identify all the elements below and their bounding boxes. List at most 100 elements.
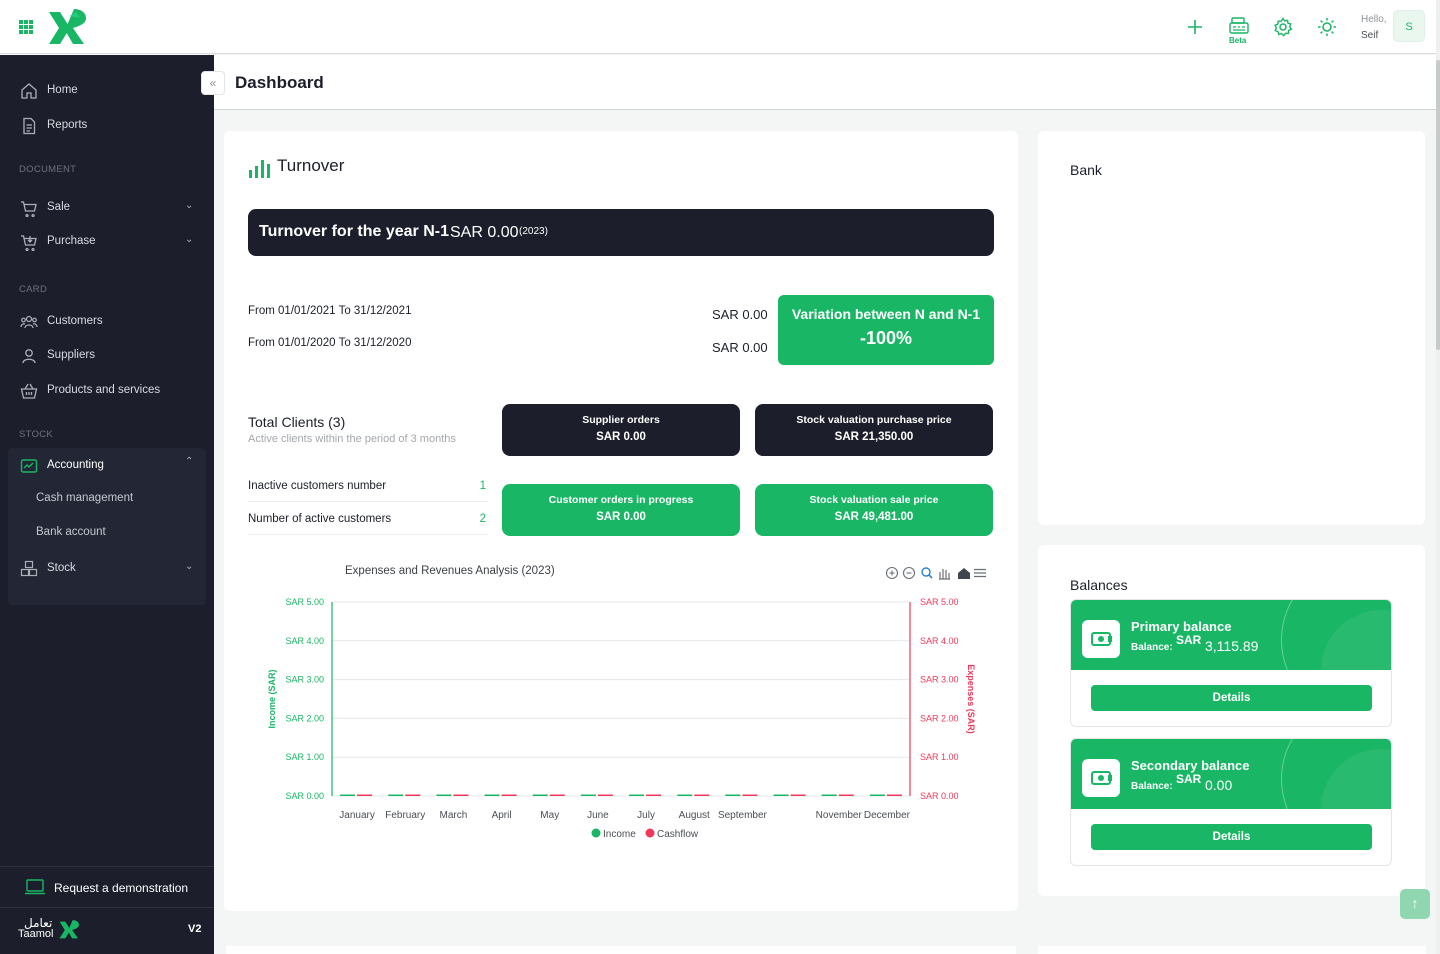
legend-marker-cashflow [645,828,655,838]
zoom-in-icon[interactable] [885,566,899,580]
balance-label: Balance: [1131,642,1173,653]
page-scrollbar-thumb[interactable] [1436,60,1440,350]
x-tick-label: September [718,810,768,821]
x-tick-label: March [440,810,468,821]
sidebar-section-stock: STOCK [19,429,54,440]
balance-card-header: Secondary balance Balance: SAR 0.00 [1071,739,1391,809]
collapse-sidebar-button[interactable]: « [201,71,225,95]
sidebar: Home Reports DOCUMENT Sale ⌄ Purchase ⌄ … [0,55,214,954]
sidebar-item-label: Accounting [47,459,104,471]
sidebar-item-suppliers[interactable]: Suppliers [0,340,214,370]
greeting-text: Hello, [1361,14,1387,25]
users-group-icon [20,315,38,329]
wallet-icon [1082,759,1120,797]
request-demo-button[interactable]: Request a demonstration [0,866,214,908]
pan-hand-icon[interactable] [939,569,950,580]
brand-logo-small [59,920,79,939]
active-customers-value: 2 [479,513,486,525]
active-customers-label: Number of active customers [248,513,392,525]
chevron-up-icon: ⌃ [185,456,194,467]
cash-register-icon[interactable] [1228,14,1250,36]
app-version: V2 [188,923,202,935]
sidebar-subitem-bank-account[interactable]: Bank account [36,526,106,538]
bar-income [340,794,356,796]
bar-cashflow [790,794,806,796]
chart-menu-icon[interactable] [974,568,986,578]
bar-income [773,794,789,796]
sidebar-subitem-cash-management[interactable]: Cash management [36,492,133,504]
variation-label: Variation between N and N-1 [791,306,981,322]
turnover-banner-value: SAR 0.00 [450,224,519,241]
user-greeting: Hello, Seif [1361,12,1387,44]
variation-box: Variation between N and N-1 -100% [778,295,994,365]
variation-value: -100% [859,328,913,348]
stock-sale-tile[interactable]: Stock valuation sale price SAR 49,481.00 [755,484,993,536]
bank-card [1038,131,1425,525]
sidebar-item-label: Home [47,84,78,96]
y-tick-label-right: SAR 3.00 [920,675,959,685]
user-name: Seif [1361,30,1379,41]
sidebar-item-label: Stock [47,562,76,574]
balance-card-secondary: Secondary balance Balance: SAR 0.00 Deta… [1070,738,1392,866]
inactive-customers-label: Inactive customers number [248,480,387,492]
selection-zoom-icon[interactable] [921,567,933,579]
beta-label: Beta [1229,36,1247,45]
bar-income [821,794,837,796]
balance-currency: SAR [1176,772,1202,786]
bar-income [532,794,548,796]
stock-purchase-tile[interactable]: Stock valuation purchase price SAR 21,35… [755,404,993,456]
y-tick-label-right: SAR 2.00 [920,713,959,723]
bar-cashflow [597,794,613,796]
bar-income [725,794,741,796]
active-customers-row: Number of active customers 2 [248,507,488,535]
bar-chart-icon [249,160,270,178]
bar-cashflow [501,794,517,796]
bar-income [484,794,500,796]
turnover-title: Turnover [277,156,345,175]
stock-purchase-label: Stock valuation purchase price [796,414,952,426]
add-icon[interactable] [1184,16,1206,38]
period-previous-value: SAR 0.00 [712,340,768,355]
x-tick-label: December [864,810,911,821]
balances-title: Balances [1070,577,1128,593]
brand-logo[interactable] [46,6,88,46]
sidebar-item-label: Reports [47,119,88,131]
y-tick-label-right: SAR 4.00 [920,636,959,646]
zoom-out-icon[interactable] [902,566,916,580]
sidebar-item-purchase[interactable]: Purchase ⌄ [0,226,214,256]
sidebar-item-accounting[interactable]: Accounting ⌃ [0,450,214,480]
settings-gear-icon[interactable] [1272,16,1294,38]
x-tick-label: November [816,810,863,821]
customer-orders-tile[interactable]: Customer orders in progress SAR 0.00 [502,484,740,536]
sidebar-item-label: Sale [47,201,71,213]
details-button[interactable]: Details [1091,824,1372,850]
sidebar-item-products[interactable]: Products and services [0,375,214,405]
scroll-to-top-button[interactable]: ↑ [1400,889,1430,919]
sidebar-item-customers[interactable]: Customers [0,306,214,336]
y-tick-label-left: SAR 0.00 [285,791,324,801]
bar-cashflow [357,794,373,796]
light-mode-sun-icon[interactable] [1316,16,1338,38]
wallet-icon [1082,620,1120,658]
details-button[interactable]: Details [1091,685,1372,711]
bar-income [388,794,404,796]
supplier-orders-tile[interactable]: Supplier orders SAR 0.00 [502,404,740,456]
sidebar-section-document: DOCUMENT [19,164,77,175]
sidebar-item-stock[interactable]: Stock ⌄ [0,553,214,583]
sidebar-item-sale[interactable]: Sale ⌄ [0,192,214,222]
sidebar-item-home[interactable]: Home [0,75,214,105]
cart-download-icon [21,235,37,251]
total-clients-title: Total Clients (3) [248,414,346,430]
sidebar-item-reports[interactable]: Reports [0,110,214,140]
bar-cashflow [405,794,421,796]
user-avatar[interactable]: S [1393,10,1425,42]
period-current-value: SAR 0.00 [712,307,768,322]
brand-text: Taamol [18,928,54,940]
stock-sale-value: SAR 49,481.00 [834,511,914,523]
reset-home-icon[interactable] [958,568,970,579]
y-tick-label-right: SAR 5.00 [920,597,959,607]
y-axis-label-right: Expenses (SAR) [966,664,976,734]
apps-grid-icon[interactable] [19,20,33,34]
bank-title: Bank [1070,162,1102,178]
y-tick-label-left: SAR 4.00 [285,636,324,646]
